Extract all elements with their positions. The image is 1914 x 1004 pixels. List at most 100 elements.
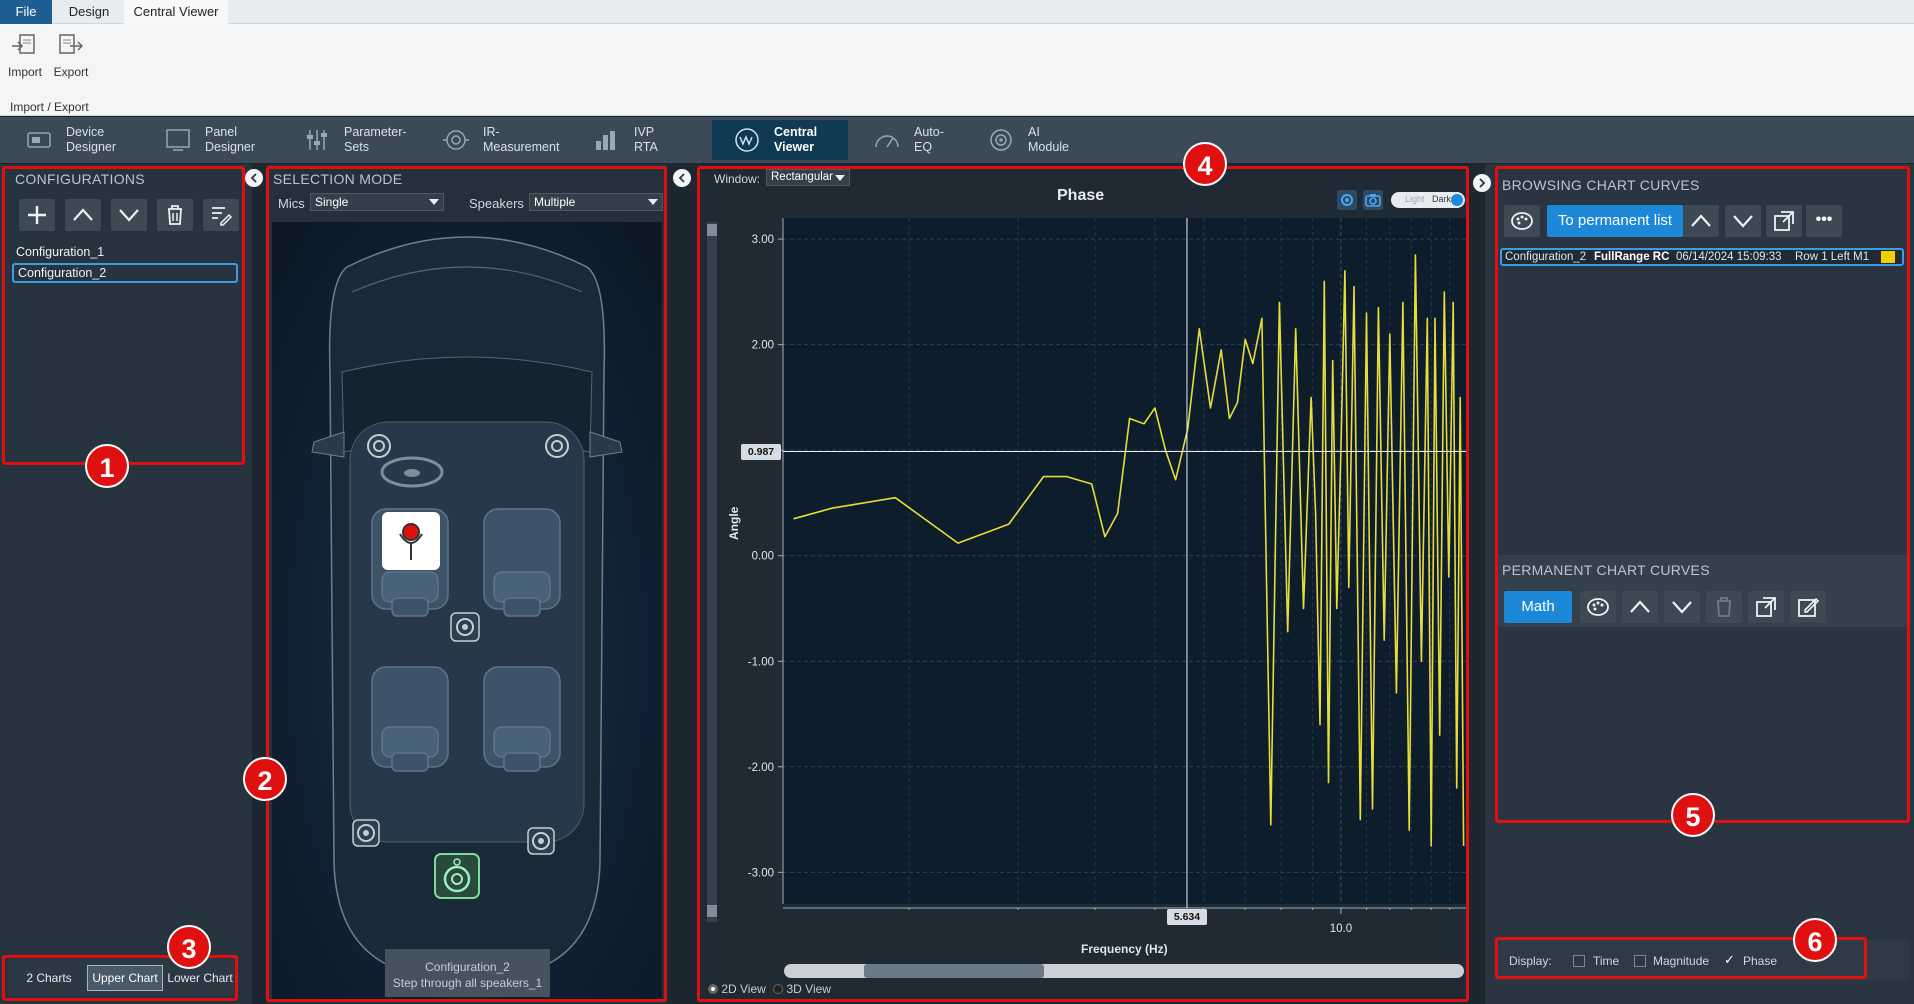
permanent-delete-button[interactable] (1706, 591, 1742, 623)
annotation-badge-3: 3 (167, 925, 211, 969)
speaker-icon[interactable] (545, 434, 569, 458)
tab-upper-chart[interactable]: Upper Chart (87, 965, 163, 991)
add-configuration-button[interactable] (19, 199, 55, 231)
module-line2: Designer (66, 140, 117, 154)
export-icon (59, 34, 84, 54)
phase-label[interactable]: Phase (1743, 954, 1777, 968)
speaker-icon[interactable] (450, 612, 480, 642)
module-tab-parameter-sets[interactable]: Parameter- Sets (282, 120, 418, 160)
browsing-curve-row[interactable]: Configuration_2 FullRange RC 06/14/2024 … (1500, 248, 1904, 266)
y-tick-label: -1.00 (748, 656, 774, 668)
rename-configuration-button[interactable] (203, 199, 239, 231)
magnitude-checkbox[interactable] (1634, 955, 1646, 967)
permanent-export-button[interactable] (1748, 591, 1784, 623)
move-down-configuration-button[interactable] (111, 199, 147, 231)
radio-3d-icon[interactable] (773, 984, 784, 994)
dropdown-arrow-icon (429, 199, 439, 205)
collapse-configurations-button[interactable] (245, 169, 263, 187)
module-tab-ivp-rta[interactable]: IVP RTA (572, 120, 708, 160)
menu-tab-file[interactable]: File (0, 0, 52, 24)
selected-speaker-icon[interactable] (434, 853, 480, 899)
export-button[interactable]: Export (48, 32, 94, 79)
permanent-palette-button[interactable] (1580, 591, 1616, 623)
view-3d-label[interactable]: 3D View (787, 982, 831, 996)
module-tab-panel-designer[interactable]: Panel Designer (143, 120, 279, 160)
chevron-left-icon (250, 173, 257, 183)
tab-lower-chart[interactable]: Lower Chart (165, 965, 235, 991)
module-line2: Viewer (774, 140, 815, 154)
module-line2: Measurement (483, 140, 560, 154)
module-tab-central-viewer[interactable]: Central Viewer (712, 120, 848, 160)
radio-2d-icon[interactable] (708, 984, 718, 994)
trash-icon (168, 205, 182, 225)
module-tab-ai-module[interactable]: AI Module (966, 120, 1102, 160)
module-line1: IR- (483, 125, 500, 139)
chevron-down-icon (1672, 601, 1692, 614)
speakers-select[interactable]: Multiple (529, 193, 663, 211)
selection-footer: Configuration_2 Step through all speaker… (385, 949, 550, 997)
browsing-move-down-button[interactable] (1725, 205, 1761, 237)
car-diagram (272, 222, 662, 1002)
collapse-curves-button[interactable] (1473, 174, 1491, 192)
module-line1: Central (774, 125, 818, 139)
time-checkbox[interactable] (1573, 955, 1585, 967)
plus-icon (28, 206, 46, 224)
magnitude-label[interactable]: Magnitude (1653, 954, 1709, 968)
trash-icon (1717, 597, 1731, 617)
speaker-icon[interactable] (527, 827, 555, 855)
view-2d-label[interactable]: 2D View (721, 982, 765, 996)
chevron-up-icon (1630, 600, 1650, 613)
annotation-badge-4: 4 (1183, 142, 1227, 186)
permanent-edit-button[interactable] (1790, 591, 1826, 623)
annotation-badge-5: 5 (1671, 793, 1715, 837)
chevron-left-icon (678, 173, 685, 183)
module-line1: Device (66, 125, 105, 139)
time-label[interactable]: Time (1593, 954, 1619, 968)
module-tab-device-designer[interactable]: Device Designer (4, 120, 140, 160)
phase-checkbox-checkmark-icon[interactable]: ✓ (1724, 952, 1735, 968)
permanent-move-up-button[interactable] (1622, 591, 1658, 623)
menu-tab-design[interactable]: Design (56, 0, 122, 24)
import-button[interactable]: Import (2, 32, 48, 79)
parameter-sets-icon (307, 130, 327, 150)
curve-position: Row 1 Left M1 (1795, 251, 1870, 263)
move-up-configuration-button[interactable] (65, 199, 101, 231)
menu-tab-central-viewer[interactable]: Central Viewer (124, 0, 228, 24)
chevron-down-icon (1733, 215, 1753, 228)
edit-icon (1798, 597, 1820, 617)
export-label: Export (53, 65, 89, 79)
module-tab-ir-measurement[interactable]: IR- Measurement (421, 120, 560, 160)
browsing-more-button[interactable]: ••• (1806, 205, 1842, 237)
tab-2-charts[interactable]: 2 Charts (14, 965, 84, 991)
module-line1: Auto- (914, 125, 944, 139)
delete-configuration-button[interactable] (157, 199, 193, 231)
curve-name: FullRange RC (1594, 251, 1670, 263)
selection-footer-config: Configuration_2 (425, 960, 510, 974)
math-button[interactable]: Math (1504, 591, 1572, 623)
collapse-selection-mode-button[interactable] (673, 169, 691, 187)
browsing-palette-button[interactable] (1504, 205, 1540, 237)
horizontal-zoom-scrollbar[interactable] (784, 964, 1464, 978)
to-permanent-list-button[interactable]: To permanent list (1547, 205, 1683, 237)
permanent-curves-title: PERMANENT CHART CURVES (1502, 562, 1710, 578)
annotation-badge-6: 6 (1793, 918, 1837, 962)
curve-config: Configuration_2 (1505, 251, 1587, 263)
mics-select[interactable]: Single (310, 193, 444, 211)
auto-eq-icon (875, 135, 899, 148)
configuration-item[interactable]: Configuration_1 (12, 242, 238, 262)
browsing-export-button[interactable] (1766, 205, 1802, 237)
import-export-group-label: Import / Export (10, 100, 89, 114)
ivp-rta-icon (596, 131, 615, 150)
horizontal-zoom-window[interactable] (864, 964, 1044, 978)
speaker-icon[interactable] (367, 434, 391, 458)
configuration-item-selected[interactable]: Configuration_2 (12, 263, 238, 283)
menu-bar: File Design Central Viewer (0, 0, 1914, 24)
y-tick-label: -2.00 (748, 762, 774, 774)
speaker-icon[interactable] (352, 819, 380, 847)
curve-color-swatch[interactable] (1881, 251, 1895, 263)
permanent-move-down-button[interactable] (1664, 591, 1700, 623)
microphone-position[interactable] (382, 512, 440, 570)
browsing-move-up-button[interactable] (1683, 205, 1719, 237)
ribbon: Import Export Import / Export (0, 24, 1914, 116)
display-label: Display: (1509, 954, 1552, 968)
